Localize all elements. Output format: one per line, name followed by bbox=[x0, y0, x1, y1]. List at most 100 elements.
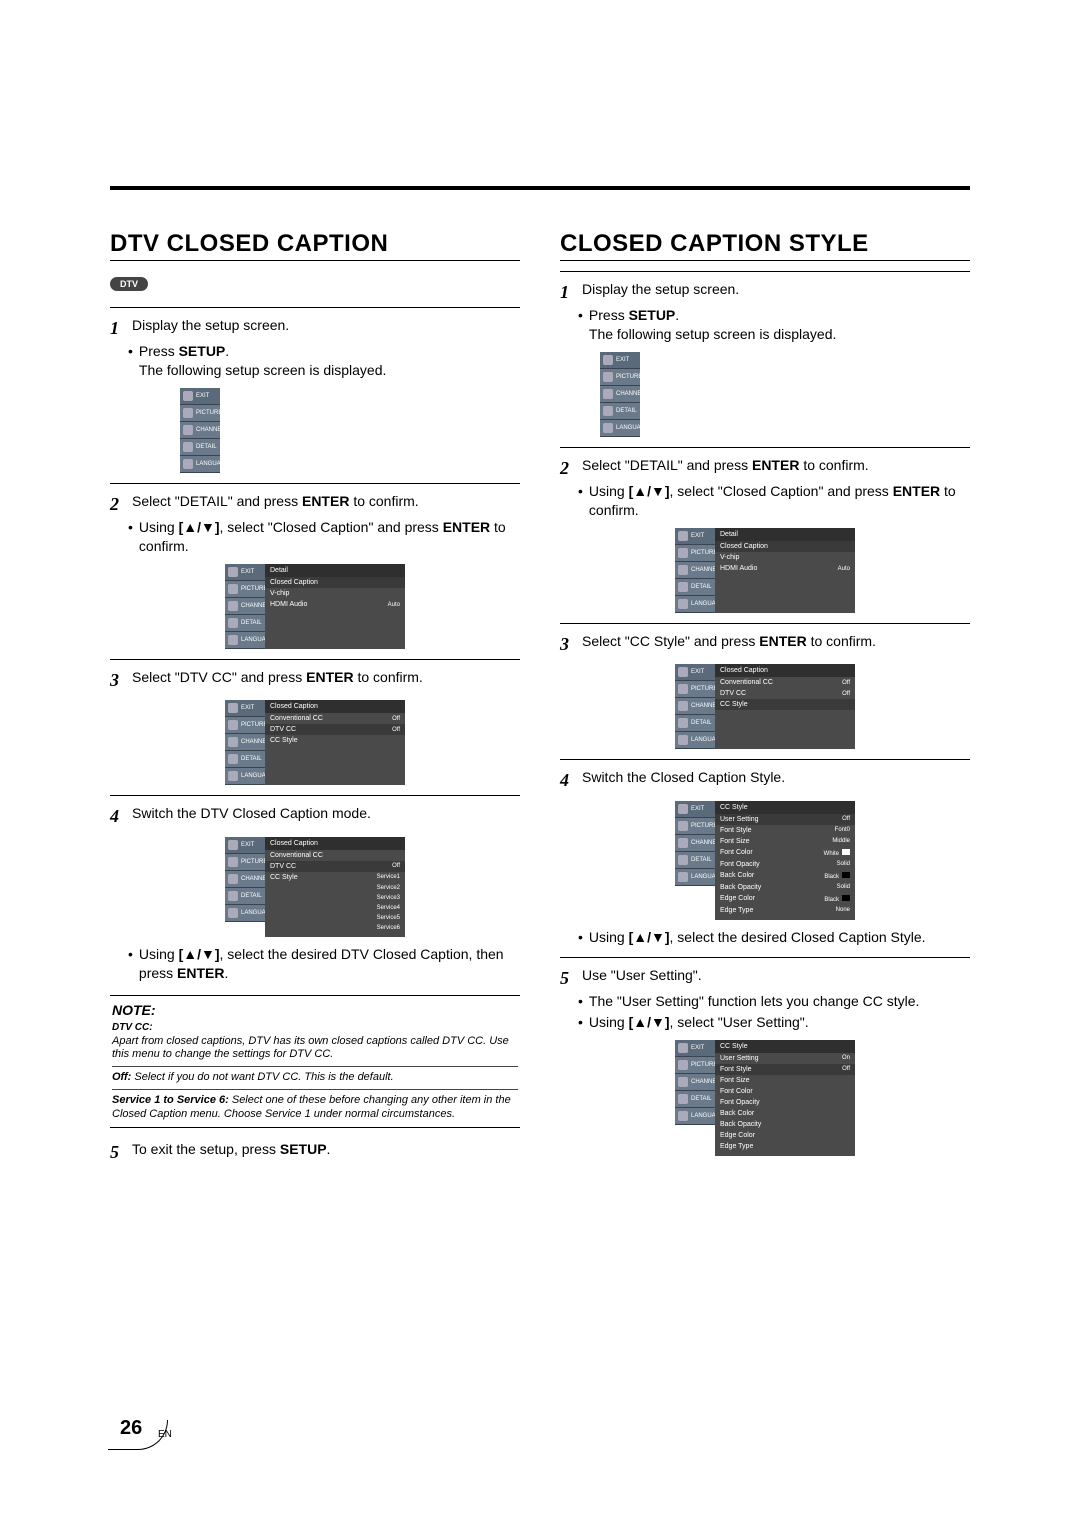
using-label: Using bbox=[139, 519, 179, 535]
step-3: 3 Select "CC Style" and press ENTER to c… bbox=[560, 632, 970, 656]
section-title-dtv-cc: DTV CLOSED CAPTION bbox=[110, 230, 520, 261]
osd-row: Font SizeMiddle bbox=[715, 836, 855, 847]
step4-text: Switch the DTV Closed Caption mode. bbox=[132, 805, 371, 821]
r-step5-bullet1: The "User Setting" function lets you cha… bbox=[578, 992, 970, 1011]
osd-row: Font Color bbox=[715, 1086, 855, 1097]
osd-row: Back Color bbox=[715, 1108, 855, 1119]
step-2: 2 Select "DETAIL" and press ENTER to con… bbox=[560, 456, 970, 480]
r-step1-text: Display the setup screen. bbox=[582, 281, 739, 297]
page-number: 26 bbox=[120, 1417, 142, 1440]
osd-dtvcc-panel: EXIT PICTURE CHANNEL DETAIL LANGUAGE Clo… bbox=[225, 837, 405, 937]
enter-key: ENTER bbox=[306, 669, 353, 685]
osd-row: DTV CCOff bbox=[265, 724, 405, 735]
channel-icon bbox=[183, 425, 193, 435]
step-number: 2 bbox=[560, 456, 576, 480]
enter-key: ENTER bbox=[302, 493, 349, 509]
step4-bullet: Using [▲/▼], select the desired DTV Clos… bbox=[128, 945, 520, 983]
osd-row: User SettingOn bbox=[715, 1053, 855, 1064]
step-number: 3 bbox=[560, 632, 576, 656]
osd-row: Conventional CCOff bbox=[265, 713, 405, 724]
osd-row: HDMI AudioAuto bbox=[265, 599, 405, 610]
step-number: 4 bbox=[560, 768, 576, 792]
osd-row: Back ColorBlack bbox=[715, 870, 855, 882]
osd-row: Font ColorWhite bbox=[715, 847, 855, 859]
osd-row: Edge TypeNone bbox=[715, 905, 855, 916]
divider bbox=[560, 759, 970, 760]
setup-key: SETUP bbox=[280, 1141, 327, 1157]
divider bbox=[560, 623, 970, 624]
osd-cc-panel: EXIT PICTURE CHANNEL DETAIL LANGUAGE Clo… bbox=[675, 664, 855, 749]
osd-row: Font OpacitySolid bbox=[715, 859, 855, 870]
r-step4-bullet: Using [▲/▼], select the desired Closed C… bbox=[578, 928, 970, 947]
osd-exit: EXIT bbox=[180, 388, 220, 405]
step-1: 1 Display the setup screen. bbox=[560, 280, 970, 304]
osd-row: V-chip bbox=[265, 588, 405, 599]
osd-row: Conventional CC bbox=[265, 850, 405, 861]
divider bbox=[560, 447, 970, 448]
picture-icon bbox=[183, 408, 193, 418]
divider bbox=[110, 795, 520, 796]
osd-row: Back OpacitySolid bbox=[715, 882, 855, 893]
osd-sidebar-only: EXIT PICTURE CHANNEL DETAIL LANGUAGE bbox=[180, 388, 225, 473]
note-body: Apart from closed captions, DTV has its … bbox=[112, 1035, 518, 1122]
osd-row: Service4 bbox=[265, 903, 405, 913]
r-step1-bullet: Press SETUP. The following setup screen … bbox=[578, 306, 970, 344]
osd-usersetting-panel: EXIT PICTURE CHANNEL DETAIL LANGUAGE CC … bbox=[675, 1040, 855, 1156]
osd-row: Closed Caption bbox=[715, 541, 855, 552]
osd-detail-panel: EXIT PICTURE CHANNEL DETAIL LANGUAGE Det… bbox=[675, 528, 855, 613]
step-number: 2 bbox=[110, 492, 126, 516]
step3-text-b: to confirm. bbox=[354, 669, 423, 685]
osd-header: Closed Caption bbox=[265, 837, 405, 850]
step-3: 3 Select "DTV CC" and press ENTER to con… bbox=[110, 668, 520, 692]
step5-text: To exit the setup, press bbox=[132, 1141, 280, 1157]
osd-row: User SettingOff bbox=[715, 814, 855, 825]
arrows-key: [▲/▼] bbox=[179, 519, 220, 535]
manual-page: DTV CLOSED CAPTION DTV 1 Display the set… bbox=[110, 186, 970, 1165]
step-number: 4 bbox=[110, 804, 126, 828]
osd-row: Back Opacity bbox=[715, 1119, 855, 1130]
step2-bullet: Using [▲/▼], select "Closed Caption" and… bbox=[128, 518, 520, 556]
osd-row: Font StyleOff bbox=[715, 1064, 855, 1075]
osd-detail: DETAIL bbox=[180, 439, 220, 456]
divider bbox=[110, 307, 520, 308]
enter-key: ENTER bbox=[443, 519, 490, 535]
step-5: 5 Use "User Setting". bbox=[560, 966, 970, 990]
note-subtitle: DTV CC: bbox=[112, 1022, 518, 1033]
osd-header: Detail bbox=[265, 564, 405, 577]
osd-sidebar-only: EXIT PICTURE CHANNEL DETAIL LANGUAGE bbox=[600, 352, 645, 437]
osd-row: CC Style bbox=[715, 699, 855, 710]
step-4: 4 Switch the DTV Closed Caption mode. bbox=[110, 804, 520, 828]
step1-bullet: Press SETUP. The following setup screen … bbox=[128, 342, 520, 380]
step2-text-b: to confirm. bbox=[349, 493, 418, 509]
r-step5-bullet2: Using [▲/▼], select "User Setting". bbox=[578, 1013, 970, 1032]
detail-icon bbox=[183, 442, 193, 452]
step2-text: Select "DETAIL" and press bbox=[132, 493, 302, 509]
language-code: EN bbox=[158, 1429, 172, 1440]
osd-row: V-chip bbox=[715, 552, 855, 563]
osd-row: Conventional CCOff bbox=[715, 677, 855, 688]
step-1: 1 Display the setup screen. bbox=[110, 316, 520, 340]
divider bbox=[110, 483, 520, 484]
osd-header: Closed Caption bbox=[265, 700, 405, 713]
osd-row: DTV CCOff bbox=[715, 688, 855, 699]
step-number: 1 bbox=[560, 280, 576, 304]
osd-row: Closed Caption bbox=[265, 577, 405, 588]
r-step2-bullet: Using [▲/▼], select "Closed Caption" and… bbox=[578, 482, 970, 520]
step-number: 3 bbox=[110, 668, 126, 692]
top-rule bbox=[110, 186, 970, 190]
dtv-badge: DTV bbox=[110, 277, 148, 291]
setup-key: SETUP bbox=[179, 343, 226, 359]
divider bbox=[560, 271, 970, 272]
osd-language: LANGUAGE bbox=[180, 456, 220, 473]
osd-row: DTV CCOff bbox=[265, 861, 405, 872]
note-title: NOTE: bbox=[112, 1002, 518, 1018]
note-box: NOTE: DTV CC: Apart from closed captions… bbox=[110, 995, 520, 1129]
step-number: 1 bbox=[110, 316, 126, 340]
black-swatch bbox=[842, 895, 850, 901]
section-title-cc-style: CLOSED CAPTION STYLE bbox=[560, 230, 970, 261]
press-label: Press bbox=[139, 343, 179, 359]
osd-row: CC Style bbox=[265, 735, 405, 746]
white-swatch bbox=[842, 849, 850, 855]
step-4: 4 Switch the Closed Caption Style. bbox=[560, 768, 970, 792]
step3-text: Select "DTV CC" and press bbox=[132, 669, 306, 685]
